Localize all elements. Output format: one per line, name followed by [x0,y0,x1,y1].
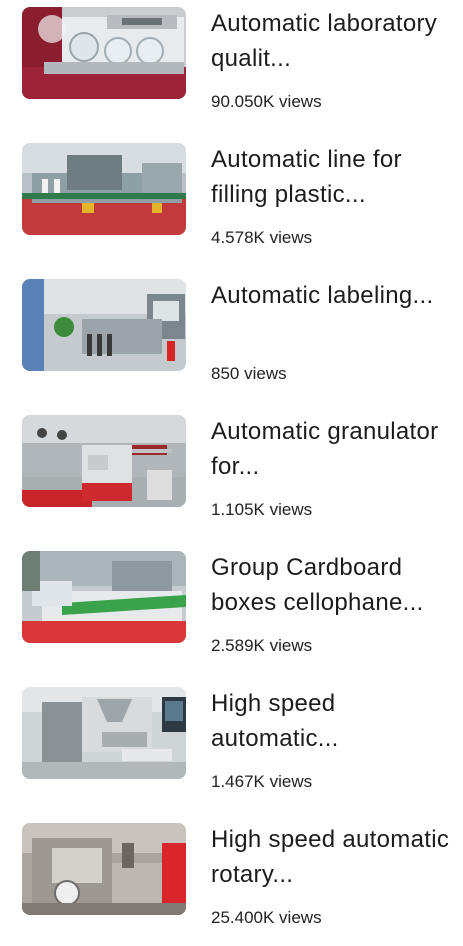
view-count: 25.400K views [211,908,322,927]
view-count: 850 views [211,364,287,383]
video-title[interactable]: Automatic labeling... [211,278,451,313]
view-count: 4.578K views [211,228,313,247]
video-item[interactable]: Automatic granulator for... 1.105K views [0,408,463,538]
video-thumbnail[interactable] [22,7,186,99]
video-thumbnail[interactable] [22,687,186,779]
video-item[interactable]: Automatic line for filling plastic... 4.… [0,136,463,266]
view-count: 1.105K views [211,500,313,519]
thumbnail-image-granulator [22,415,186,507]
view-count: 2.589K views [211,636,313,655]
video-item[interactable]: High speed automatic... 1.467K views [0,680,463,810]
video-title[interactable]: Group Cardboard boxes cellophane... [211,550,451,620]
thumbnail-image-filling-line [22,143,186,235]
thumbnail-image-high-speed-machine [22,687,186,779]
video-title[interactable]: Automatic line for filling plastic... [211,142,451,212]
video-thumbnail[interactable] [22,823,186,915]
video-thumbnail[interactable] [22,415,186,507]
thumbnail-image-labeling-machine [22,279,186,371]
video-title[interactable]: High speed automatic... [211,686,451,756]
video-title[interactable]: Automatic granulator for... [211,414,451,484]
video-item[interactable]: Automatic labeling... 850 views [0,272,463,402]
view-count: 90.050K views [211,92,322,111]
thumbnail-image-rotary-machine [22,823,186,915]
thumbnail-image-lab-tester [22,7,186,99]
video-title[interactable]: High speed automatic rotary... [211,822,451,892]
video-item[interactable]: Automatic laboratory qualit... 90.050K v… [0,0,463,130]
video-item[interactable]: Group Cardboard boxes cellophane... 2.58… [0,544,463,674]
video-thumbnail[interactable] [22,551,186,643]
video-thumbnail[interactable] [22,143,186,235]
thumbnail-image-cellophane-wrapper [22,551,186,643]
view-count: 1.467K views [211,772,313,791]
video-thumbnail[interactable] [22,279,186,371]
video-title[interactable]: Automatic laboratory qualit... [211,6,451,76]
